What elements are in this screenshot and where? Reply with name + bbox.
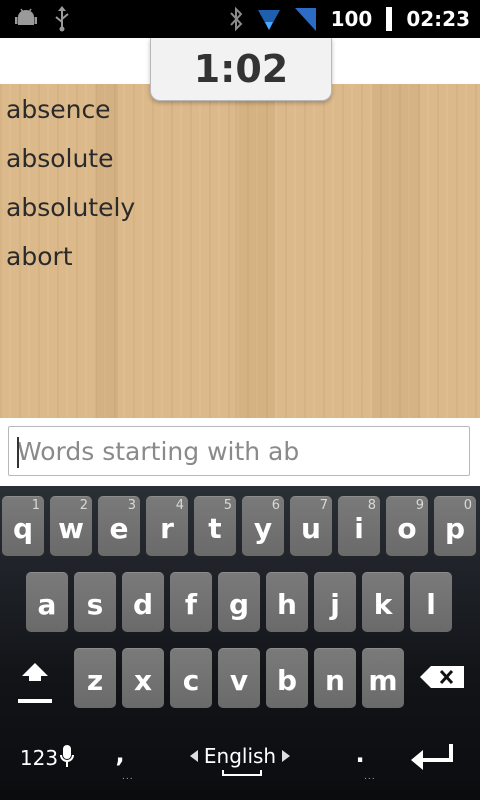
- shift-icon: [20, 661, 50, 691]
- found-words-list: absence absolute absolutely abort: [6, 96, 135, 292]
- key-w[interactable]: 2w: [50, 496, 92, 556]
- shift-indicator: [18, 699, 52, 703]
- key-x[interactable]: x: [122, 648, 164, 708]
- status-bar: 100 02:23: [0, 0, 480, 38]
- space-indicator: [222, 770, 262, 776]
- key-f[interactable]: f: [170, 572, 212, 632]
- symbols-key[interactable]: 123: [14, 738, 80, 778]
- list-item: absence: [6, 95, 111, 124]
- key-n[interactable]: n: [314, 648, 356, 708]
- clock: 02:23: [406, 7, 470, 31]
- key-g[interactable]: g: [218, 572, 260, 632]
- key-p[interactable]: 0p: [434, 496, 476, 556]
- key-q[interactable]: 1q: [2, 496, 44, 556]
- language-left-arrow-icon: [189, 747, 198, 766]
- key-e[interactable]: 3e: [98, 496, 140, 556]
- battery-icon: [386, 7, 393, 31]
- key-v[interactable]: v: [218, 648, 260, 708]
- android-debug-icon: [14, 8, 38, 30]
- backspace-icon: [420, 666, 464, 692]
- key-i[interactable]: 8i: [338, 496, 380, 556]
- battery-level: 100: [330, 7, 373, 31]
- comma-key[interactable]: ,: [108, 736, 132, 772]
- list-item: abort: [6, 242, 73, 271]
- key-y[interactable]: 6y: [242, 496, 284, 556]
- key-r[interactable]: 4r: [146, 496, 188, 556]
- input-bar: [0, 418, 480, 486]
- language-label: English: [203, 744, 277, 768]
- wifi-icon: [257, 6, 281, 32]
- language-right-arrow-icon: [282, 747, 291, 766]
- key-m[interactable]: m: [362, 648, 404, 708]
- enter-icon: [411, 742, 455, 774]
- shift-key[interactable]: [10, 652, 60, 700]
- key-b[interactable]: b: [266, 648, 308, 708]
- list-item: absolutely: [6, 193, 136, 222]
- bluetooth-icon: [229, 6, 243, 32]
- more-keys-dots: ...: [364, 772, 376, 782]
- list-item: absolute: [6, 144, 114, 173]
- key-u[interactable]: 7u: [290, 496, 332, 556]
- key-o[interactable]: 9o: [386, 496, 428, 556]
- countdown-timer: 1:02: [150, 38, 332, 101]
- signal-icon: [294, 6, 317, 32]
- key-j[interactable]: j: [314, 572, 356, 632]
- key-a[interactable]: a: [26, 572, 68, 632]
- word-input[interactable]: [9, 427, 469, 475]
- backspace-key[interactable]: [418, 662, 466, 696]
- period-key[interactable]: .: [348, 736, 372, 772]
- key-t[interactable]: 5t: [194, 496, 236, 556]
- key-c[interactable]: c: [170, 648, 212, 708]
- key-l[interactable]: l: [410, 572, 452, 632]
- space-language-key[interactable]: English: [184, 734, 296, 778]
- key-s[interactable]: s: [74, 572, 116, 632]
- microphone-icon: [60, 744, 75, 772]
- enter-key[interactable]: [406, 738, 460, 778]
- word-input-box[interactable]: [8, 426, 470, 476]
- more-keys-dots: ...: [122, 772, 134, 782]
- text-caret: [17, 437, 19, 468]
- key-d[interactable]: d: [122, 572, 164, 632]
- soft-keyboard: 1q 2w 3e 4r 5t 6y 7u 8i 9o 0p a s d f g …: [0, 486, 480, 800]
- usb-icon: [52, 6, 72, 32]
- key-z[interactable]: z: [74, 648, 116, 708]
- key-k[interactable]: k: [362, 572, 404, 632]
- key-h[interactable]: h: [266, 572, 308, 632]
